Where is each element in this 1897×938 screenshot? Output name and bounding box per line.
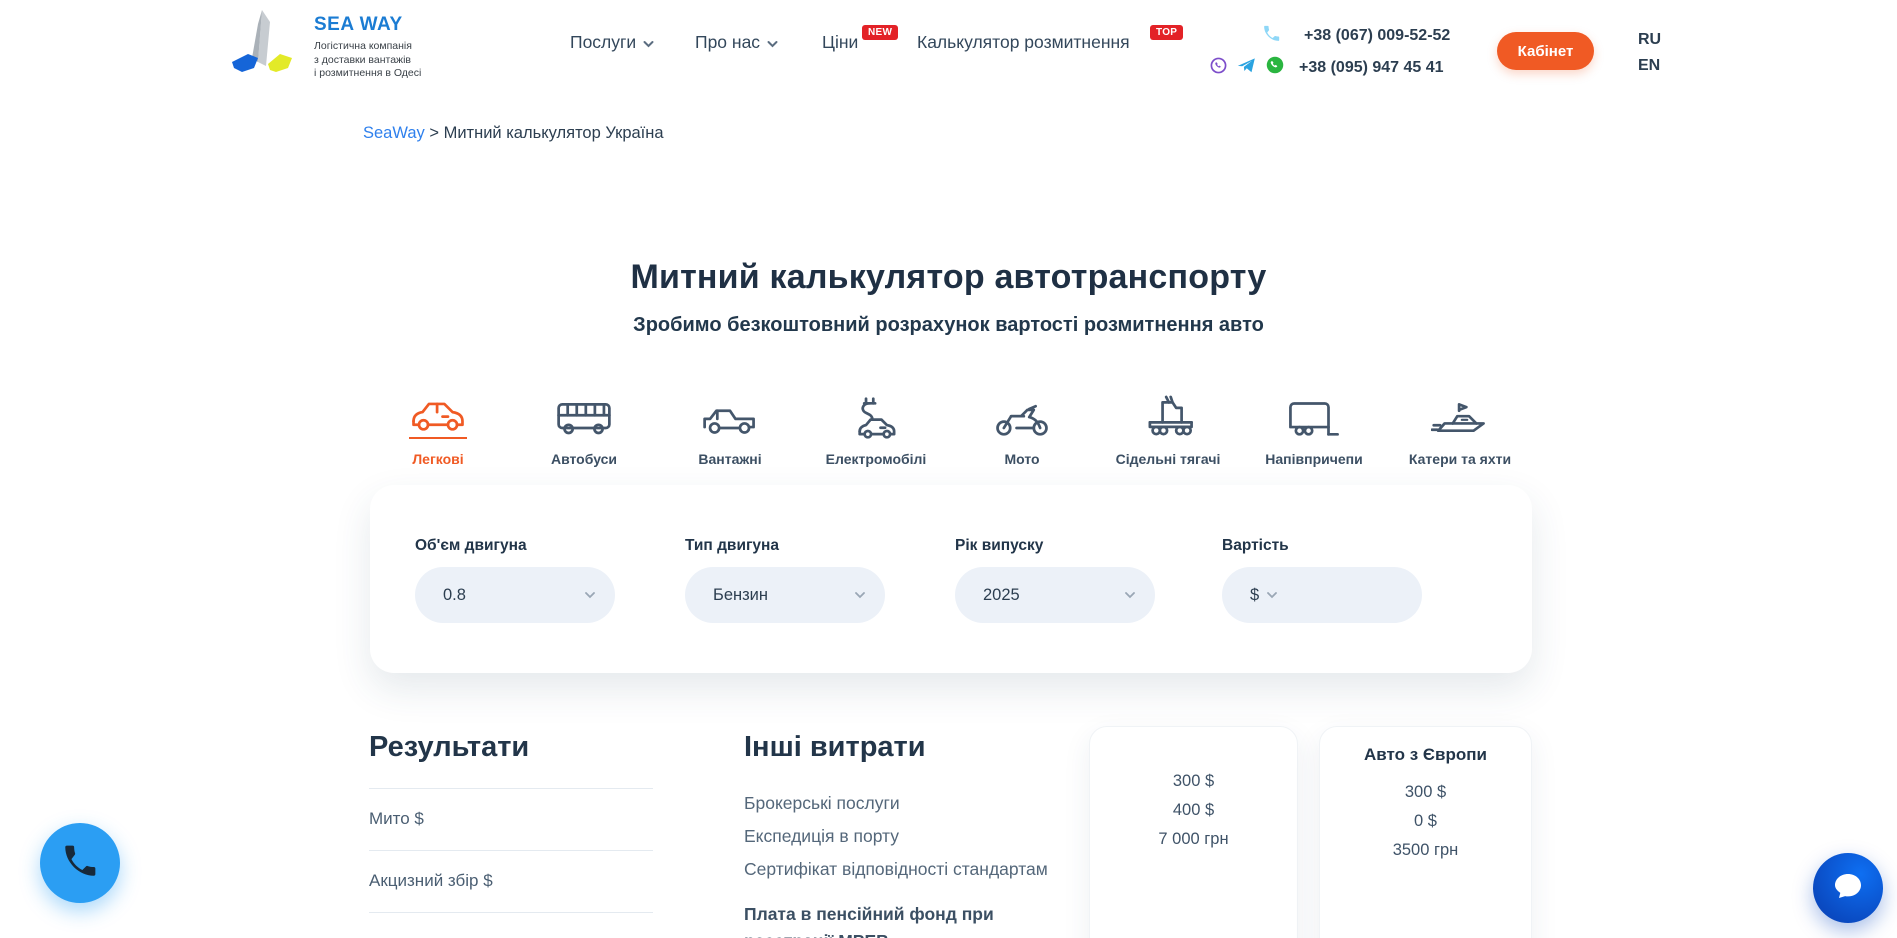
other-costs-section: Інші витрати Брокерські послуги Експедиц… — [744, 731, 1054, 938]
bus-icon — [555, 393, 613, 439]
engine-volume-field: Об'єм двигуна 0.8 — [415, 537, 615, 623]
tab-boats-yachts[interactable]: Катери та яхти — [1387, 393, 1533, 467]
chat-bubble-icon — [1830, 868, 1866, 909]
other-cost-item: Сертифікат відповідності стандартам — [744, 858, 1054, 880]
page: SEA WAY Логістична компанія з доставки в… — [0, 0, 1897, 938]
tab-semi-trailers[interactable]: Напівпричепи — [1241, 393, 1387, 467]
tab-semi-trucks[interactable]: Сідельні тягачі — [1095, 393, 1241, 467]
phone-number-2[interactable]: +38 (095) 947 45 41 — [1299, 59, 1444, 77]
page-subtitle: Зробимо безкоштовний розрахунок вартості… — [0, 314, 1897, 337]
phone-handset-icon — [61, 842, 99, 885]
price-value: 0 $ — [1320, 807, 1531, 836]
page-title: Митний калькулятор автотранспорту — [0, 258, 1897, 297]
cabinet-button[interactable]: Кабінет — [1497, 32, 1594, 70]
phone-number-1[interactable]: +38 (067) 009-52-52 — [1304, 27, 1450, 45]
seaway-sail-icon — [228, 6, 300, 89]
lang-ru[interactable]: RU — [1638, 27, 1661, 53]
engine-type-label: Тип двигуна — [685, 537, 885, 555]
results-section: Результати Мито $ Акцизний збір $ — [369, 731, 653, 913]
language-switcher: RU EN — [1638, 27, 1661, 79]
price-card-europe: Авто з Європи 300 $ 0 $ 3500 грн — [1319, 726, 1532, 938]
price-value: 400 $ — [1090, 796, 1297, 825]
chevron-down-icon — [855, 586, 865, 604]
other-costs-title: Інші витрати — [744, 731, 1054, 764]
pension-fund-item: Плата в пенсійний фонд при реєстрації МР… — [744, 901, 1054, 938]
viber-icon[interactable] — [1210, 57, 1227, 79]
phone-row-1: +38 (067) 009-52-52 — [1262, 24, 1450, 48]
messenger-icons — [1210, 56, 1284, 79]
logo-tagline: Логістична компанія з доставки вантажів … — [314, 40, 421, 81]
semi-truck-icon — [1139, 393, 1197, 439]
new-badge: NEW — [862, 25, 898, 40]
year-field: Рік випуску 2025 — [955, 537, 1155, 623]
logo-title: SEA WAY — [314, 14, 421, 36]
motorcycle-icon — [993, 393, 1051, 439]
chevron-down-icon — [1125, 586, 1135, 604]
cost-field: Вартість $ — [1222, 537, 1422, 623]
tab-cars[interactable]: Легкові — [365, 393, 511, 467]
phone-icon — [1262, 24, 1281, 48]
nav-item-about[interactable]: Про нас — [695, 32, 778, 53]
call-button[interactable] — [40, 823, 120, 903]
price-card-1: 300 $ 400 $ 7 000 грн — [1089, 726, 1298, 938]
telegram-icon[interactable] — [1237, 57, 1256, 79]
chevron-down-icon — [767, 32, 778, 53]
tab-electric-cars[interactable]: Електромобілі — [803, 393, 949, 467]
chat-widget-button[interactable] — [1813, 853, 1883, 923]
breadcrumb: SeaWay > Митний калькулятор Україна — [363, 124, 664, 143]
tab-moto[interactable]: Мото — [949, 393, 1095, 467]
trailer-icon — [1285, 393, 1343, 439]
other-cost-item: Брокерські послуги — [744, 792, 1054, 814]
chevron-down-icon — [585, 586, 595, 604]
car-icon — [409, 393, 467, 439]
phone-row-2: +38 (095) 947 45 41 — [1210, 56, 1444, 79]
nav-item-calculator[interactable]: Калькулятор розмитнення — [917, 32, 1130, 53]
cost-label: Вартість — [1222, 537, 1422, 555]
price-card-title: Авто з Європи — [1320, 745, 1531, 765]
header: SEA WAY Логістична компанія з доставки в… — [0, 0, 1897, 92]
cost-input-group: $ — [1222, 567, 1422, 623]
engine-type-select[interactable]: Бензин — [685, 567, 885, 623]
chevron-down-icon — [643, 32, 654, 53]
nav-item-prices[interactable]: Ціни — [822, 32, 858, 53]
engine-volume-label: Об'єм двигуна — [415, 537, 615, 555]
price-value: 7 000 грн — [1090, 825, 1297, 854]
logo[interactable]: SEA WAY Логістична компанія з доставки в… — [228, 6, 421, 89]
tab-trucks[interactable]: Вантажні — [657, 393, 803, 467]
breadcrumb-current: Митний калькулятор Україна — [444, 124, 664, 142]
divider — [369, 912, 653, 913]
whatsapp-icon[interactable] — [1266, 56, 1284, 79]
other-cost-item: Експедиція в порту — [744, 825, 1054, 847]
yacht-icon — [1431, 393, 1489, 439]
engine-type-field: Тип двигуна Бензин — [685, 537, 885, 623]
top-badge: TOP — [1150, 25, 1183, 40]
cost-input[interactable] — [1277, 586, 1402, 605]
nav-item-services[interactable]: Послуги — [570, 32, 654, 53]
price-value: 300 $ — [1320, 778, 1531, 807]
result-row-excise: Акцизний збір $ — [369, 851, 653, 912]
engine-volume-select[interactable]: 0.8 — [415, 567, 615, 623]
tab-buses[interactable]: Автобуси — [511, 393, 657, 467]
currency-select[interactable]: $ — [1250, 586, 1259, 605]
year-label: Рік випуску — [955, 537, 1155, 555]
price-value: 3500 грн — [1320, 836, 1531, 865]
electric-car-icon — [847, 393, 905, 439]
breadcrumb-home-link[interactable]: SeaWay — [363, 124, 425, 142]
truck-icon — [701, 393, 759, 439]
results-title: Результати — [369, 731, 653, 764]
calculator-form-card: Об'єм двигуна 0.8 Тип двигуна Бензин Рік… — [370, 485, 1532, 673]
result-row-duty: Мито $ — [369, 789, 653, 850]
lang-en[interactable]: EN — [1638, 53, 1661, 79]
year-select[interactable]: 2025 — [955, 567, 1155, 623]
breadcrumb-separator: > — [429, 124, 443, 142]
vehicle-type-tabs: Легкові Автобуси Вантажні — [365, 393, 1535, 467]
price-value: 300 $ — [1090, 767, 1297, 796]
chevron-down-icon[interactable] — [1267, 586, 1277, 604]
